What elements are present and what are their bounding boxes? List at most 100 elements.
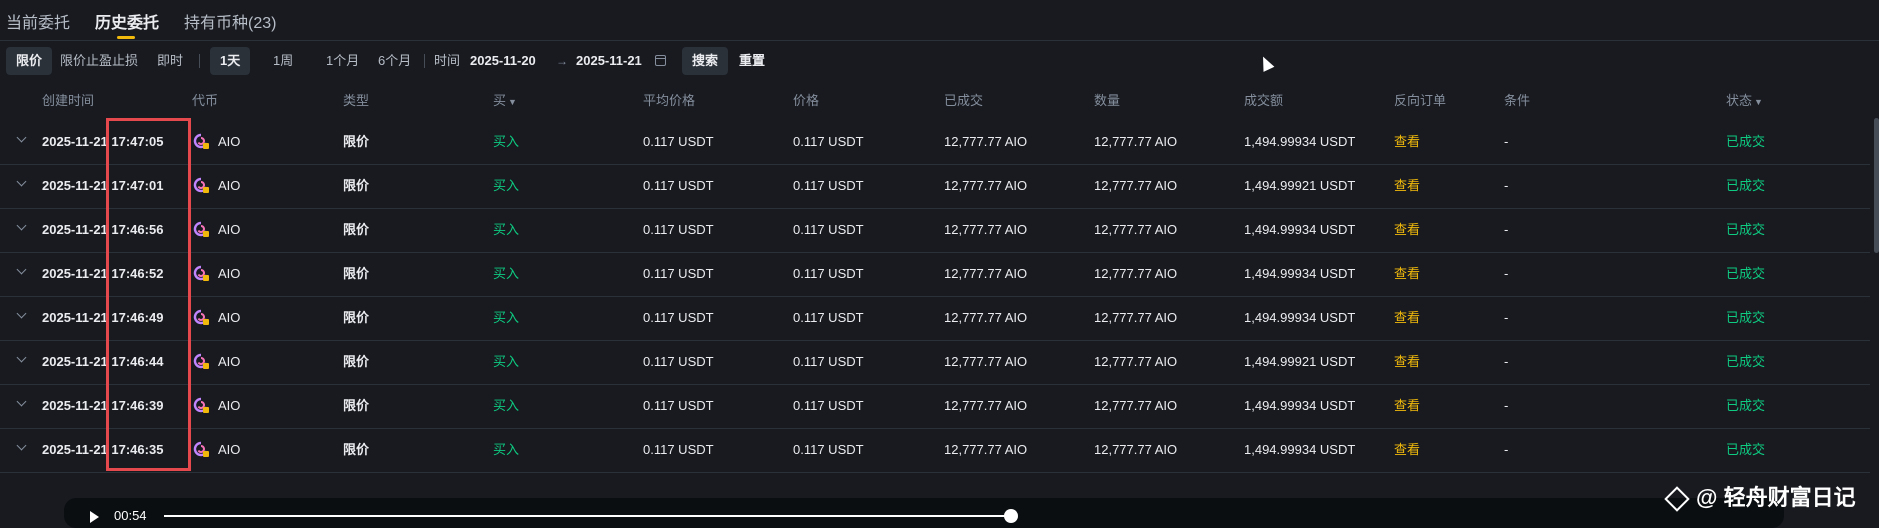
filter-market[interactable]: 即时 [157,47,183,75]
chevron-down-icon[interactable] [16,352,27,363]
view-reverse-link[interactable]: 查看 [1394,208,1420,252]
cell-avg-price: 0.117 USDT [643,310,714,325]
cell-turnover: 1,494.99921 USDT [1244,354,1356,369]
th-side-label: 买 [493,93,507,108]
table-row: 2025-11-21 17:46:35 AIO 限价 买入 0.117 USDT 0.11… [0,428,1870,473]
tab-order-history[interactable]: 历史委托 [95,9,159,33]
calendar-icon[interactable] [655,55,666,66]
coin-logo-icon [193,133,209,149]
th-amount: 数量 [1094,93,1121,108]
start-date[interactable]: 2025-11-20 [470,47,536,75]
view-reverse-link[interactable]: 查看 [1394,384,1420,428]
cell-avg-price: 0.117 USDT [643,442,714,457]
cell-status: 已成交 [1726,398,1766,413]
cell-status: 已成交 [1726,134,1766,149]
play-icon[interactable] [90,511,99,523]
view-reverse-link[interactable]: 查看 [1394,252,1420,296]
th-status[interactable]: 状态 ▼ [1726,90,1763,109]
coin-logo-icon [193,265,209,281]
cell-amount: 12,777.77 AIO [1094,222,1178,237]
filter-limit[interactable]: 限价 [6,47,53,75]
chevron-down-icon[interactable] [16,308,27,319]
coin-logo-icon [193,309,209,325]
cell-amount: 12,777.77 AIO [1094,398,1178,413]
cell-avg-price: 0.117 USDT [643,266,714,281]
cell-time: 2025-11-21 17:46:56 [42,222,164,237]
end-date[interactable]: 2025-11-21 [576,47,642,75]
filter-stop-limit[interactable]: 限价止盈止损 [60,47,138,75]
cell-amount: 12,777.77 AIO [1094,354,1178,369]
cell-coin: AIO [218,266,241,281]
cell-coin: AIO [218,354,241,369]
chevron-down-icon[interactable] [16,132,27,143]
period-1w[interactable]: 1周 [273,47,293,75]
chevron-down-icon[interactable] [16,396,27,407]
cell-status: 已成交 [1726,442,1766,457]
cell-filled: 12,777.77 AIO [944,442,1028,457]
cell-status: 已成交 [1726,310,1766,325]
cell-turnover: 1,494.99934 USDT [1244,310,1356,325]
divider [424,54,425,68]
diamond-logo-icon [1664,486,1690,512]
cell-time: 2025-11-21 17:47:05 [42,134,164,149]
th-avg-price: 平均价格 [643,93,696,108]
tab-holdings[interactable]: 持有币种(23) [184,9,276,33]
view-reverse-link[interactable]: 查看 [1394,120,1420,164]
view-reverse-link[interactable]: 查看 [1394,296,1420,340]
cell-side: 买入 [493,266,520,281]
cell-condition: - [1504,354,1509,369]
divider [199,54,200,68]
cell-price: 0.117 USDT [793,354,864,369]
cell-condition: - [1504,398,1509,413]
view-reverse-link[interactable]: 查看 [1394,340,1420,384]
view-reverse-link[interactable]: 查看 [1394,428,1420,472]
cell-filled: 12,777.77 AIO [944,398,1028,413]
th-coin: 代币 [192,93,219,108]
cell-avg-price: 0.117 USDT [643,354,714,369]
cell-type: 限价 [343,310,370,325]
th-side[interactable]: 买 ▼ [493,90,517,109]
th-filled: 已成交 [944,93,984,108]
period-1m[interactable]: 1个月 [326,47,359,75]
cell-side: 买入 [493,178,520,193]
search-button[interactable]: 搜索 [682,47,729,75]
coin-logo-icon [193,397,209,413]
chevron-down-icon[interactable] [16,176,27,187]
th-status-label: 状态 [1726,93,1753,108]
cell-type: 限价 [343,178,370,193]
coin-logo-icon [193,353,209,369]
th-condition: 条件 [1504,93,1531,108]
cell-status: 已成交 [1726,354,1766,369]
period-6m[interactable]: 6个月 [378,47,411,75]
reset-button[interactable]: 重置 [739,47,765,75]
caret-down-icon: ▼ [1754,97,1763,107]
cell-avg-price: 0.117 USDT [643,134,714,149]
cell-avg-price: 0.117 USDT [643,178,714,193]
view-reverse-link[interactable]: 查看 [1394,164,1420,208]
cell-turnover: 1,494.99934 USDT [1244,398,1356,413]
progress-knob[interactable] [1004,509,1018,523]
coin-logo-icon [193,177,209,193]
cell-turnover: 1,494.99921 USDT [1244,178,1356,193]
active-tab-indicator [117,36,135,39]
cell-type: 限价 [343,222,370,237]
tab-open-orders[interactable]: 当前委托 [6,9,70,33]
chevron-down-icon[interactable] [16,264,27,275]
video-player-bar: 00:54 [64,498,1784,528]
watermark-text: @ 轻舟财富日记 [1696,485,1856,510]
chevron-down-icon[interactable] [16,220,27,231]
cell-time: 2025-11-21 17:47:01 [42,178,164,193]
chevron-down-icon[interactable] [16,440,27,451]
cell-time: 2025-11-21 17:46:49 [42,310,164,325]
cell-time: 2025-11-21 17:46:39 [42,398,164,413]
cell-type: 限价 [343,442,370,457]
cell-condition: - [1504,178,1509,193]
cell-coin: AIO [218,134,241,149]
cell-turnover: 1,494.99934 USDT [1244,442,1356,457]
period-1d[interactable]: 1天 [210,47,251,75]
progress-track[interactable] [164,515,1011,517]
cell-price: 0.117 USDT [793,398,864,413]
cell-side: 买入 [493,442,520,457]
cell-amount: 12,777.77 AIO [1094,178,1178,193]
scrollbar[interactable] [1874,118,1879,253]
